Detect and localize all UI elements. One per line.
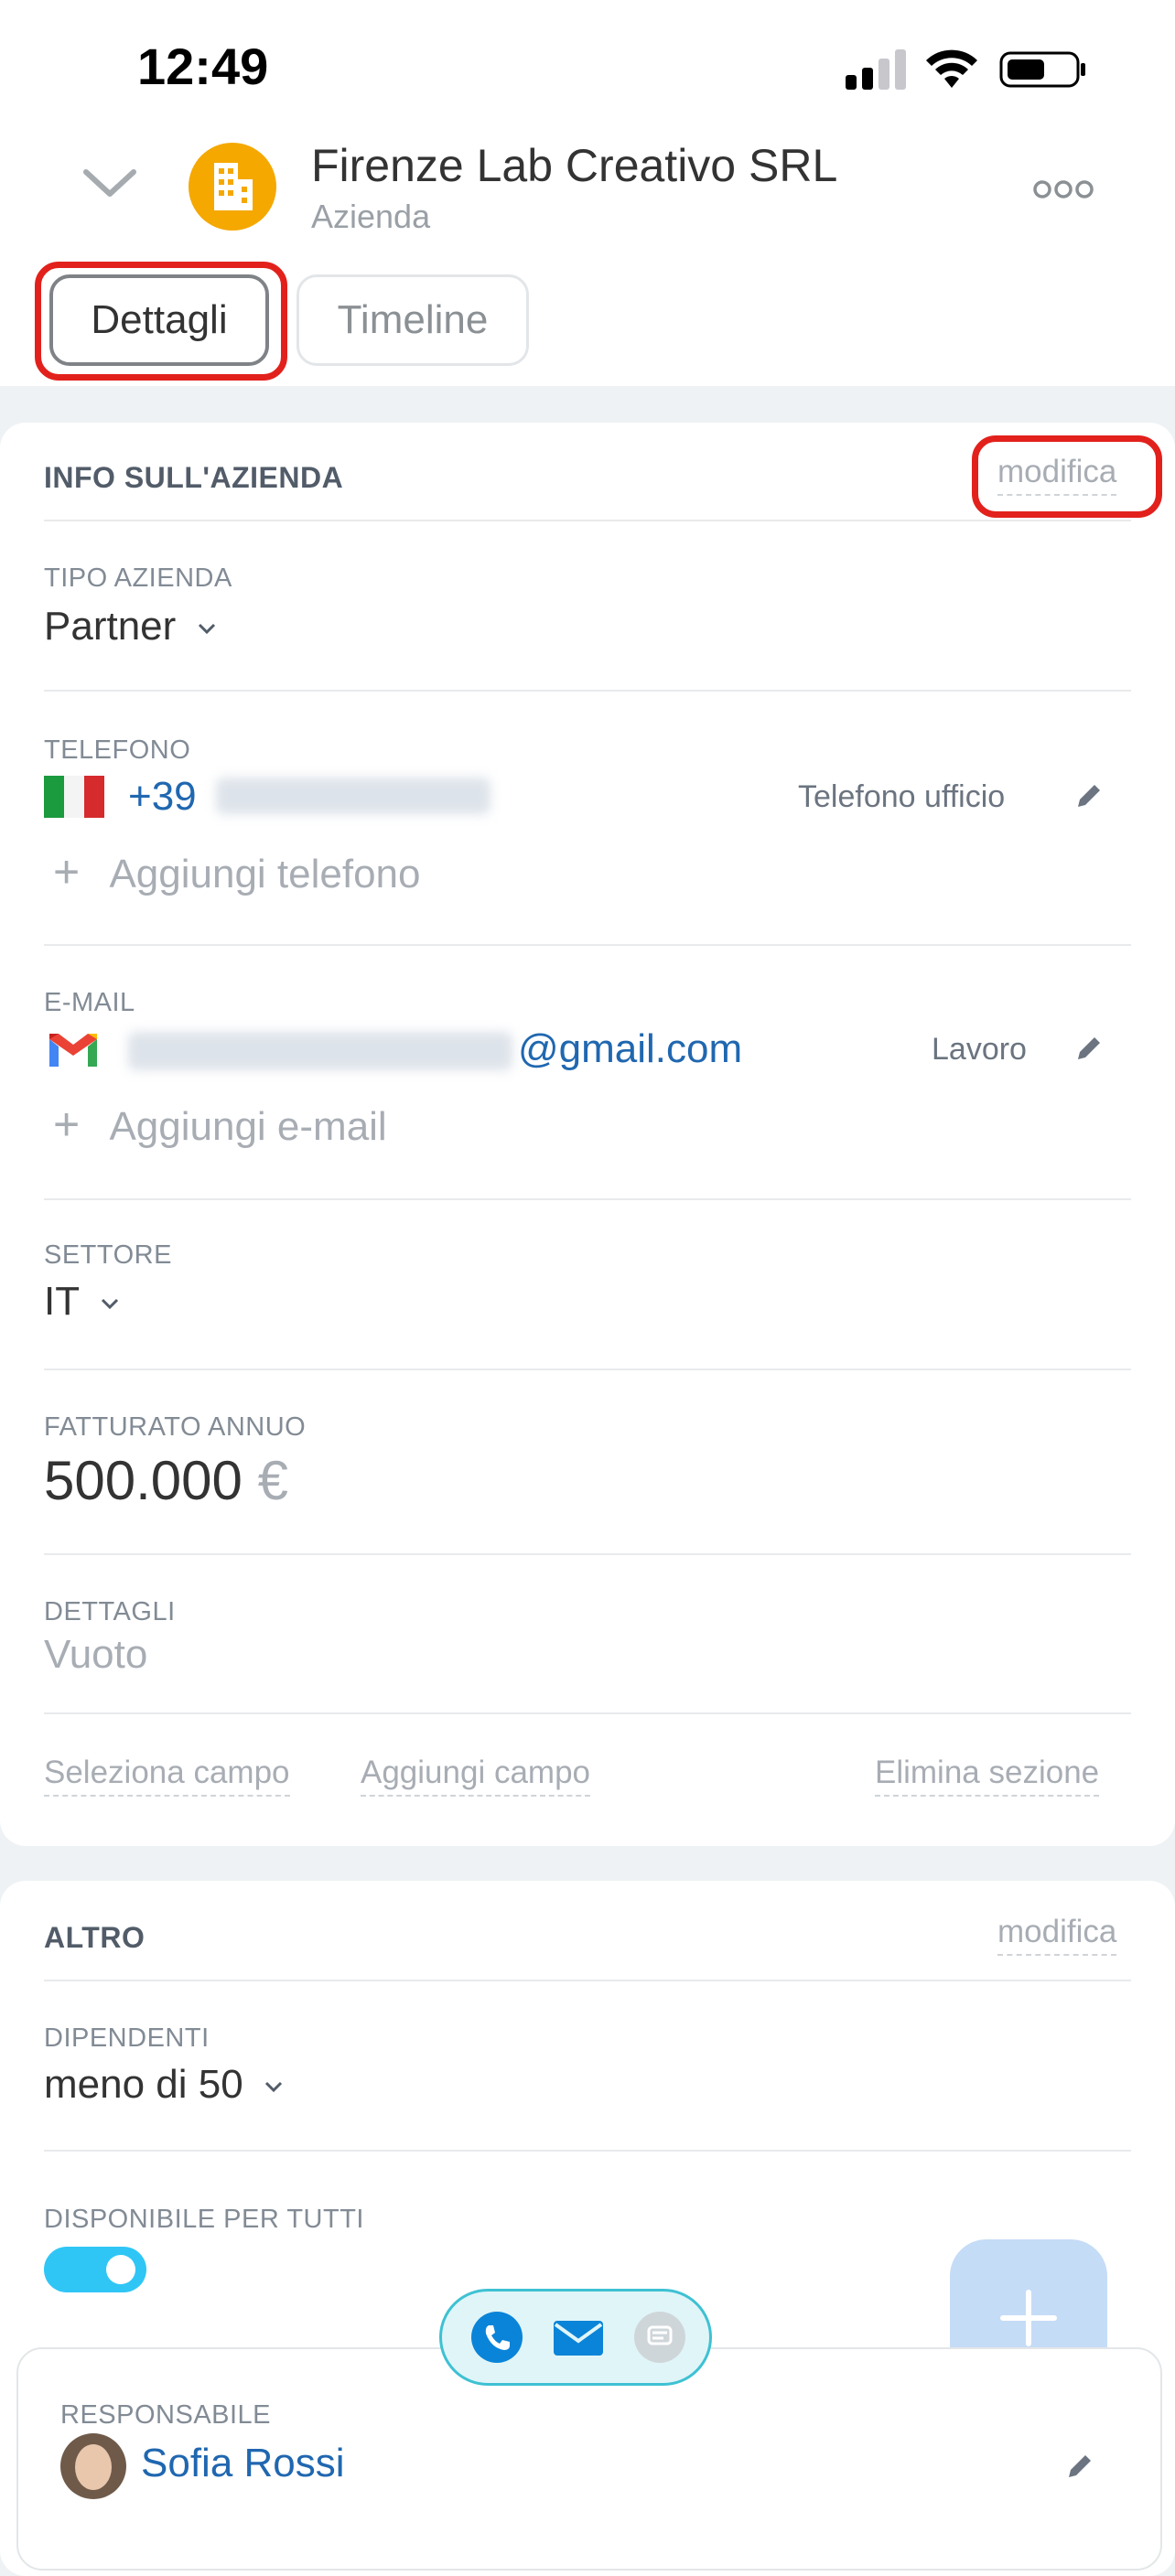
email-label: E-MAIL	[44, 988, 135, 1017]
company-title: Firenze Lab Creativo SRL	[311, 140, 838, 191]
mail-icon[interactable]	[552, 2319, 605, 2357]
select-field-link[interactable]: Seleziona campo	[44, 1755, 290, 1797]
plus-icon: +	[53, 1099, 81, 1150]
more-icon[interactable]	[1032, 179, 1094, 199]
divider	[44, 520, 1131, 521]
tipo-azienda-label: TIPO AZIENDA	[44, 564, 232, 593]
divider	[44, 1980, 1131, 1981]
highlight-box-edit	[972, 435, 1162, 518]
add-email-label: Aggiungi e-mail	[109, 1104, 387, 1149]
fatturato-amount: 500.000	[44, 1450, 243, 1511]
building-icon	[214, 163, 253, 210]
telefono-label: TELEFONO	[44, 735, 191, 765]
disponibile-label: DISPONIBILE PER TUTTI	[44, 2205, 364, 2234]
redacted-phone-number	[216, 778, 490, 814]
divider	[44, 944, 1131, 946]
battery-icon	[999, 51, 1085, 88]
section-title-altro: ALTRO	[44, 1921, 146, 1954]
divider	[44, 1553, 1131, 1555]
responsabile-name-link[interactable]: Sofia Rossi	[141, 2441, 345, 2486]
status-time: 12:49	[137, 38, 269, 95]
email-type-label: Lavoro	[932, 1032, 1027, 1067]
divider	[44, 690, 1131, 692]
toggle-knob	[106, 2255, 135, 2284]
settore-value: IT	[44, 1279, 80, 1324]
responsabile-label: RESPONSABILE	[60, 2400, 272, 2430]
dettagli-value[interactable]: Vuoto	[44, 1632, 147, 1678]
settore-label: SETTORE	[44, 1240, 172, 1270]
tab-timeline[interactable]: Timeline	[296, 274, 529, 366]
divider	[44, 1712, 1131, 1714]
edit-other-link[interactable]: modifica	[997, 1914, 1117, 1956]
chevron-down-icon[interactable]	[81, 165, 139, 201]
phone-icon	[485, 2325, 510, 2350]
add-email-button[interactable]: + Aggiungi e-mail	[53, 1098, 387, 1151]
phone-button[interactable]	[471, 2312, 523, 2363]
pencil-icon[interactable]	[1071, 778, 1107, 814]
communication-bar	[439, 2289, 712, 2386]
divider	[44, 1368, 1131, 1370]
settore-select[interactable]: IT	[44, 1279, 120, 1325]
section-title-info: INFO SULL'AZIENDA	[44, 461, 344, 494]
fatturato-label: FATTURATO ANNUO	[44, 1412, 307, 1442]
dipendenti-value: meno di 50	[44, 2062, 243, 2107]
pencil-icon[interactable]	[1071, 1030, 1107, 1067]
chevron-down-icon	[101, 1299, 118, 1310]
tipo-azienda-select[interactable]: Partner	[44, 604, 217, 649]
phone-prefix: +39	[128, 774, 197, 819]
company-type-subtitle: Azienda	[311, 198, 431, 235]
phone-type-label: Telefono ufficio	[798, 779, 1006, 814]
email-domain-link[interactable]: @gmail.com	[518, 1026, 742, 1072]
phone-number-link[interactable]: +39	[128, 774, 197, 820]
fatturato-value: 500.000 €	[44, 1449, 288, 1512]
dettagli-label: DETTAGLI	[44, 1597, 176, 1626]
italy-flag-icon	[44, 776, 104, 818]
avatar	[60, 2433, 126, 2499]
pencil-icon[interactable]	[1062, 2448, 1098, 2485]
delete-section-link[interactable]: Elimina sezione	[875, 1755, 1100, 1797]
chat-button[interactable]	[634, 2312, 685, 2363]
dipendenti-label: DIPENDENTI	[44, 2023, 210, 2053]
add-field-link[interactable]: Aggiungi campo	[361, 1755, 590, 1797]
dipendenti-select[interactable]: meno di 50	[44, 2062, 284, 2108]
company-avatar	[189, 143, 276, 231]
chevron-down-icon	[264, 2082, 282, 2093]
gmail-icon	[49, 1034, 97, 1067]
cellular-signal-icon	[846, 49, 906, 90]
highlight-box-tab	[35, 262, 287, 381]
divider	[44, 1198, 1131, 1200]
chat-icon	[647, 2325, 673, 2345]
plus-icon: +	[53, 846, 81, 897]
add-phone-button[interactable]: + Aggiungi telefono	[53, 845, 421, 898]
fatturato-currency: €	[257, 1450, 288, 1511]
tipo-azienda-value: Partner	[44, 604, 177, 649]
wifi-icon	[926, 49, 977, 88]
chevron-down-icon	[198, 624, 215, 635]
disponibile-toggle[interactable]	[44, 2247, 146, 2292]
redacted-email-user	[128, 1032, 512, 1070]
add-phone-label: Aggiungi telefono	[109, 852, 421, 896]
divider	[44, 2150, 1131, 2152]
